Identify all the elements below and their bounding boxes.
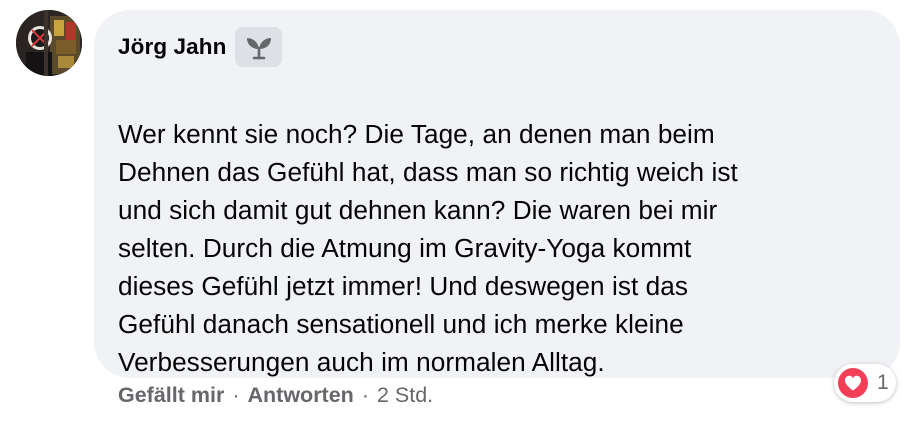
reply-button[interactable]: Antworten (248, 383, 354, 408)
comment: Jörg Jahn Wer kennt sie noch? Die Tage, … (0, 0, 913, 427)
separator: · (232, 383, 240, 407)
reaction-count: 1 (877, 371, 889, 394)
comment-actions: Gefällt mir · Antworten · 2 Std. (118, 383, 433, 408)
timestamp[interactable]: 2 Std. (377, 383, 433, 408)
separator: · (361, 383, 369, 407)
avatar[interactable] (16, 10, 82, 76)
comment-text: Wer kennt sie noch? Die Tage, an denen m… (118, 119, 738, 377)
author-row: Jörg Jahn (118, 27, 876, 67)
heart-icon (838, 368, 868, 398)
sprout-icon (246, 38, 271, 60)
author-name[interactable]: Jörg Jahn (118, 34, 226, 60)
comment-bubble: Jörg Jahn Wer kennt sie noch? Die Tage, … (94, 10, 900, 378)
reaction-summary[interactable]: 1 (834, 364, 896, 402)
like-button[interactable]: Gefällt mir (118, 383, 224, 408)
new-member-badge[interactable] (235, 27, 283, 67)
